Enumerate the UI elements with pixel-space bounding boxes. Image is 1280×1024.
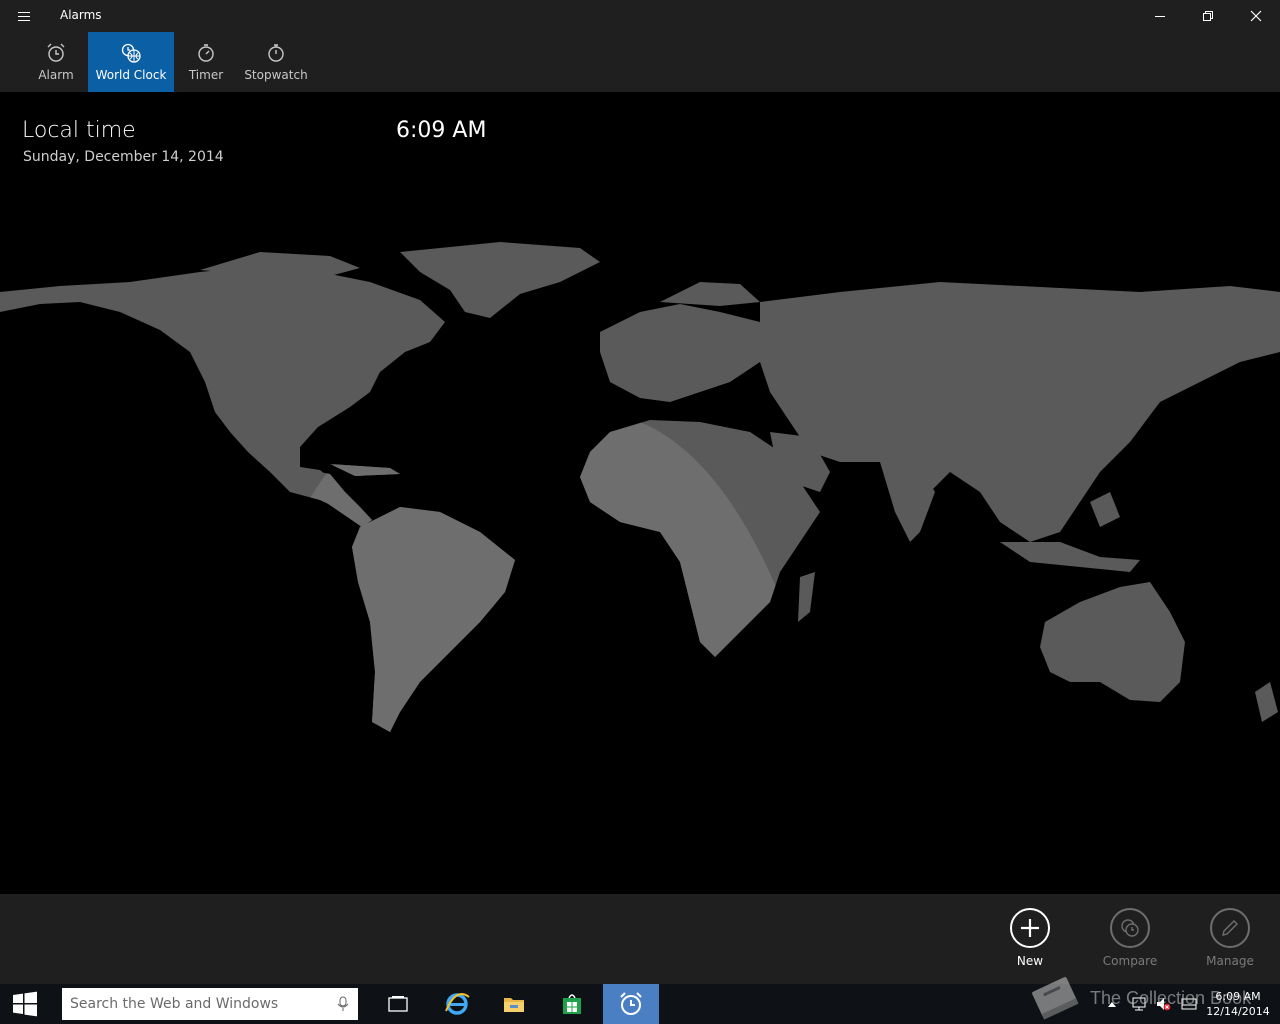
tab-label: Timer [188,68,224,82]
taskbar: 6:09 AM 12/14/2014 [0,984,1280,1024]
tab-label: World Clock [95,68,167,82]
clock-time: 6:09 AM [1215,990,1261,1003]
file-explorer-button[interactable] [486,984,542,1024]
tab-label: Alarm [38,68,74,82]
taskbar-clock[interactable]: 6:09 AM 12/14/2014 [1206,989,1270,1019]
windows-logo-icon [13,991,37,1017]
minimize-button[interactable] [1136,0,1184,32]
search-box[interactable] [62,988,358,1020]
network-button[interactable] [1130,984,1148,1024]
command-label: New [1016,954,1044,968]
task-view-icon [388,996,408,1012]
tab-world-clock[interactable]: World Clock [88,32,174,92]
plus-icon [1021,919,1039,937]
search-input[interactable] [62,988,322,1020]
local-time-value: 6:09 AM [396,118,487,143]
local-time-title: Local time [22,118,136,143]
file-explorer-icon [504,998,524,1012]
timer-icon [198,44,214,62]
command-label: Compare [1102,954,1158,968]
minimize-icon [1155,16,1165,17]
tab-stopwatch[interactable]: Stopwatch [240,32,312,92]
restore-button[interactable] [1184,0,1232,32]
store-button[interactable] [544,984,600,1024]
hamburger-menu-icon[interactable] [12,6,36,26]
close-button[interactable] [1232,0,1280,32]
internet-explorer-icon [445,993,470,1015]
network-icon [1132,997,1146,1011]
alarms-app-icon [620,992,642,1015]
alarms-app-button[interactable] [603,984,659,1024]
local-date: Sunday, December 14, 2014 [23,149,224,165]
compare-clock-icon [1121,919,1139,937]
command-bar: New Compare Manage [0,894,1280,984]
tab-label: Stopwatch [244,68,308,82]
compare-button[interactable]: Compare [1090,908,1170,968]
message-icon [1181,998,1197,1010]
clock-date: 12/14/2014 [1206,1005,1270,1018]
pencil-icon [1222,920,1238,936]
world-clock-icon [121,43,141,63]
tab-timer[interactable]: Timer [176,32,236,92]
microphone-icon[interactable] [336,996,350,1012]
world-map[interactable] [0,242,1280,752]
show-hidden-icons-button[interactable] [1104,984,1120,1024]
restore-icon [1203,11,1213,21]
chevron-up-icon [1108,1002,1116,1007]
manage-button[interactable]: Manage [1190,908,1270,968]
tab-alarm[interactable]: Alarm [24,32,88,92]
alarm-clock-icon [47,43,65,62]
new-button[interactable]: New [990,908,1070,968]
close-icon [1250,10,1262,22]
stopwatch-icon [268,44,284,62]
world-clock-view: Local time Sunday, December 14, 2014 6:0… [0,92,1280,894]
task-view-button[interactable] [370,984,426,1024]
volume-button[interactable] [1154,984,1172,1024]
tab-bar: Alarm World Clock Timer Stopwatch [0,32,1280,92]
app-title: Alarms [60,8,102,22]
internet-explorer-button[interactable] [429,984,485,1024]
title-bar: Alarms [0,0,1280,32]
store-icon [563,994,581,1014]
action-center-button[interactable] [1180,984,1198,1024]
start-button[interactable] [0,984,50,1024]
command-label: Manage [1206,954,1254,968]
volume-muted-icon [1157,998,1171,1011]
